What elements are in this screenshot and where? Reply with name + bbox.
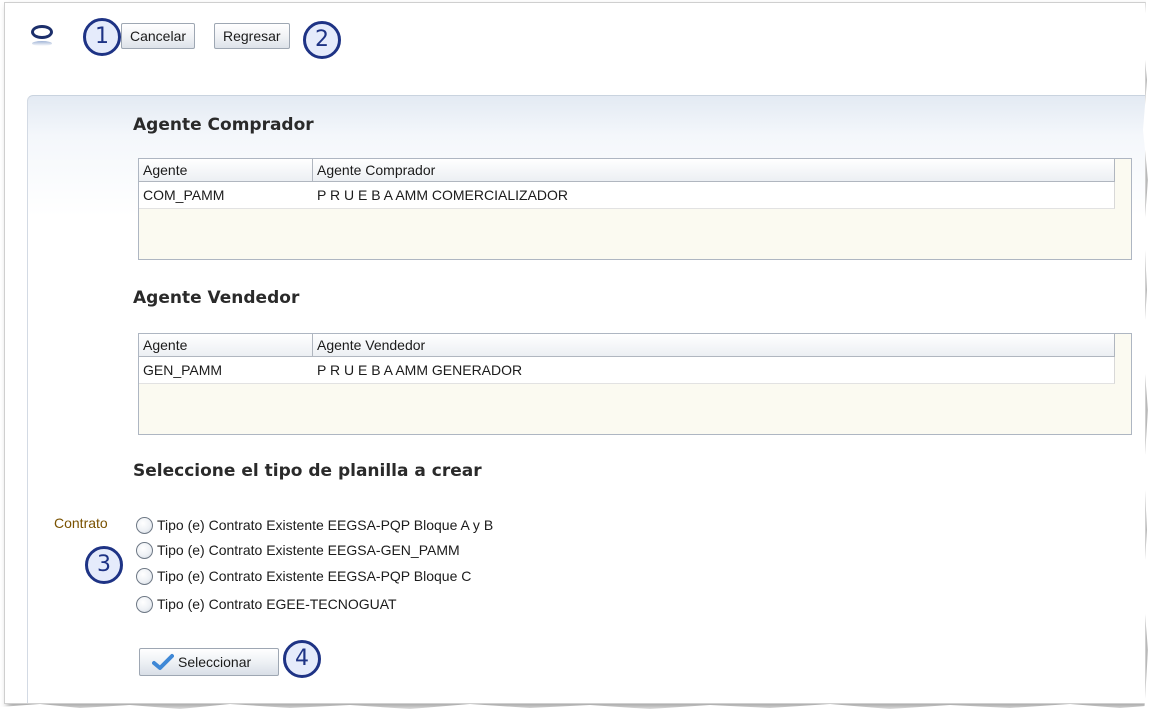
buyer-col-agent-header[interactable]: Agente [139,159,313,181]
seller-agent-cell: GEN_PAMM [143,362,223,378]
buyer-agent-cell: COM_PAMM [143,187,225,203]
radio-option-label: Tipo (e) Contrato Existente EEGSA-PQP Bl… [157,568,472,584]
callout-marker-1: 1 [83,18,121,56]
checkmark-icon [152,654,174,670]
select-button[interactable]: Seleccionar [139,648,279,676]
select-button-label: Seleccionar [178,654,252,670]
radio-button[interactable] [136,567,153,585]
seller-col-name-header[interactable]: Agente Vendedor [313,334,1113,356]
buyer-table-header: Agente Agente Comprador [139,159,1115,182]
oracle-logo-icon [31,25,53,39]
seller-col-agent-header[interactable]: Agente [139,334,313,356]
radio-button[interactable] [136,595,153,613]
seller-table: Agente Agente Vendedor GEN_PAMM P R U E … [138,333,1132,435]
back-button[interactable]: Regresar [214,23,290,49]
radio-option-gen-pamm[interactable]: Tipo (e) Contrato Existente EEGSA-GEN_PA… [136,538,460,562]
table-row[interactable]: GEN_PAMM P R U E B A AMM GENERADOR [139,357,1115,384]
radio-option-bloque-c[interactable]: Tipo (e) Contrato Existente EEGSA-PQP Bl… [136,564,471,588]
seller-table-header: Agente Agente Vendedor [139,334,1115,357]
radio-button[interactable] [136,516,153,534]
toolbar: Cancelar Regresar 1 2 [5,3,1145,93]
radio-option-tecnoguat[interactable]: Tipo (e) Contrato EGEE-TECNOGUAT [136,592,397,616]
radio-option-label: Tipo (e) Contrato EGEE-TECNOGUAT [157,596,397,612]
buyer-table: Agente Agente Comprador COM_PAMM P R U E… [138,158,1132,260]
cancel-button[interactable]: Cancelar [121,23,196,49]
page: Cancelar Regresar 1 2 Agente Comprador A… [0,0,1158,715]
logo-reflection [32,41,52,46]
window-frame: Cancelar Regresar 1 2 Agente Comprador A… [4,2,1146,704]
radio-option-bloque-ab[interactable]: Tipo (e) Contrato Existente EEGSA-PQP Bl… [136,513,493,537]
callout-marker-2: 2 [303,21,341,59]
buyer-col-name-header[interactable]: Agente Comprador [313,159,1113,181]
table-row[interactable]: COM_PAMM P R U E B A AMM COMERCIALIZADOR [139,182,1115,209]
callout-marker-3: 3 [85,546,123,584]
radio-button[interactable] [136,541,153,559]
radio-option-label: Tipo (e) Contrato Existente EEGSA-GEN_PA… [157,542,460,558]
radio-option-label: Tipo (e) Contrato Existente EEGSA-PQP Bl… [157,517,494,533]
buyer-section-title: Agente Comprador [133,115,314,135]
contract-group-label: Contrato [54,515,108,531]
callout-marker-4: 4 [283,640,321,678]
template-type-title: Seleccione el tipo de planilla a crear [133,461,482,481]
seller-name-cell: P R U E B A AMM GENERADOR [317,362,523,378]
seller-section-title: Agente Vendedor [133,288,300,308]
buyer-name-cell: P R U E B A AMM COMERCIALIZADOR [317,187,569,203]
